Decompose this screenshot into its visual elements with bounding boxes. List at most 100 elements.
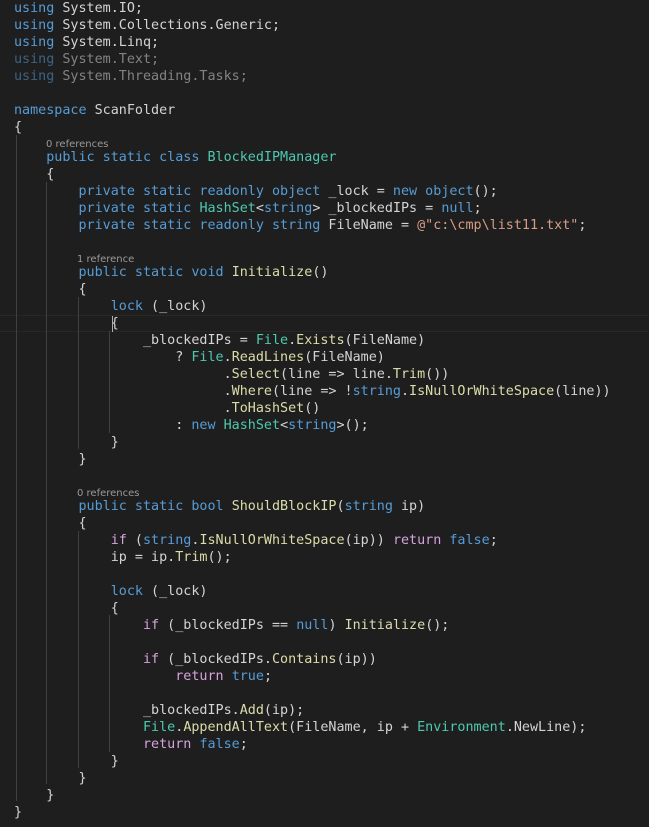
code-line[interactable]: if (_blockedIPs == null) Initialize(); <box>14 617 449 634</box>
code-token: { <box>14 282 87 297</box>
code-line[interactable]: } <box>14 753 119 770</box>
code-line[interactable]: if (_blockedIPs.Contains(ip)) <box>14 651 377 668</box>
code-token: _lock = <box>320 184 393 199</box>
code-token: System.Threading.Tasks; <box>54 69 248 84</box>
code-line[interactable]: } <box>14 787 54 804</box>
code-line[interactable]: if (string.IsNullOrWhiteSpace(ip)) retur… <box>14 532 498 549</box>
code-line[interactable]: { <box>14 600 119 617</box>
code-line[interactable]: using System.Threading.Tasks; <box>14 68 248 85</box>
code-line[interactable]: return true; <box>14 668 272 685</box>
code-line[interactable]: using System.Collections.Generic; <box>14 17 280 34</box>
code-line[interactable]: .Where(line => !string.IsNullOrWhiteSpac… <box>14 383 611 400</box>
code-token: } <box>14 788 55 803</box>
codelens-references[interactable]: 0 references <box>77 487 140 500</box>
code-token: Initialize <box>344 618 426 633</box>
code-line[interactable]: lock (_lock) <box>14 583 208 600</box>
code-token: (line)) <box>554 384 611 399</box>
code-line[interactable]: private static readonly object _lock = n… <box>14 183 498 200</box>
code-line[interactable]: private static HashSet<string> _blockedI… <box>14 200 482 217</box>
code-token: < <box>255 201 264 216</box>
code-token: using <box>14 1 55 16</box>
code-token: string <box>344 499 393 514</box>
code-token: . <box>400 384 410 399</box>
code-line[interactable]: public static class BlockedIPManager <box>14 149 336 166</box>
code-line[interactable]: lock (_lock) <box>14 298 208 315</box>
code-token: System.Collections.Generic; <box>54 18 281 33</box>
code-line[interactable]: private static readonly string FileName … <box>14 217 587 234</box>
code-token: System.Linq; <box>54 35 160 50</box>
code-token: string <box>143 533 192 548</box>
code-token: } <box>14 452 87 467</box>
code-token: ; <box>578 218 587 233</box>
code-token: < <box>280 418 289 433</box>
code-token: } <box>14 805 23 820</box>
code-line[interactable]: using System.IO; <box>14 0 143 17</box>
code-token: (); <box>207 550 232 565</box>
code-line[interactable]: } <box>14 451 87 468</box>
code-token: . <box>14 401 232 416</box>
code-token: return <box>143 737 192 752</box>
code-token: (ip); <box>263 703 305 718</box>
code-line[interactable]: } <box>14 804 22 821</box>
code-line[interactable]: public static void Initialize() <box>14 264 329 281</box>
code-line[interactable]: _blockedIPs = File.Exists(FileName) <box>14 332 425 349</box>
code-token: private static <box>78 201 192 216</box>
code-token: Exists <box>296 333 345 348</box>
code-token: System.Text; <box>54 52 160 67</box>
code-line[interactable]: } <box>14 770 87 787</box>
code-token: HashSet <box>223 418 281 433</box>
code-token: (_blockedIPs. <box>159 652 272 667</box>
code-token: string <box>263 201 313 216</box>
code-token: () <box>312 265 329 280</box>
code-token: : <box>14 418 192 433</box>
code-line[interactable]: : new HashSet<string>(); <box>14 417 369 434</box>
code-line[interactable]: { <box>14 281 87 298</box>
code-token: ? <box>14 350 192 365</box>
code-line[interactable]: { <box>14 166 54 183</box>
code-token: IsNullOrWhiteSpace <box>409 384 555 399</box>
code-line[interactable]: File.AppendAllText(FileName, ip + Enviro… <box>14 719 586 736</box>
codelens-references[interactable]: 0 references <box>46 138 109 151</box>
code-line[interactable]: .Select(line => line.Trim()) <box>14 366 450 383</box>
code-line[interactable]: return false; <box>14 736 248 753</box>
codelens-references[interactable]: 1 reference <box>77 253 134 266</box>
code-token: > _blockedIPs = <box>312 201 442 216</box>
code-editor[interactable]: using System.IO; using System.Collections… <box>0 0 649 827</box>
code-token: (FileName, ip + <box>288 720 418 735</box>
code-token: File <box>255 333 289 348</box>
code-line[interactable]: .ToHashSet() <box>14 400 321 417</box>
code-token: Trim <box>175 550 208 565</box>
code-token: } <box>14 771 87 786</box>
code-token: new object <box>392 184 474 199</box>
code-token: return <box>175 669 224 684</box>
code-line[interactable]: { <box>14 119 22 136</box>
code-token: (); <box>425 618 450 633</box>
code-line[interactable]: using System.Linq; <box>14 34 159 51</box>
code-line[interactable]: } <box>14 434 119 451</box>
code-line[interactable]: using System.Text; <box>14 51 159 68</box>
code-token: (line => line. <box>280 367 393 382</box>
code-token: System.IO; <box>54 1 143 16</box>
code-token: _blockedIPs = <box>14 333 256 348</box>
code-token: namespace <box>14 103 87 118</box>
code-line[interactable]: namespace ScanFolder <box>14 102 175 119</box>
code-line[interactable]: { <box>14 515 86 532</box>
code-line[interactable]: _blockedIPs.Add(ip); <box>14 702 304 719</box>
code-line[interactable]: public static bool ShouldBlockIP(string … <box>14 498 426 515</box>
code-token: Add <box>239 703 264 718</box>
code-token: lock <box>110 584 143 599</box>
code-token: if <box>143 618 160 633</box>
code-line[interactable]: { <box>14 315 119 332</box>
code-token: Select <box>231 367 281 382</box>
code-line[interactable]: ip = ip.Trim(); <box>14 549 232 566</box>
code-token: ()) <box>425 367 450 382</box>
code-line[interactable]: ? File.ReadLines(FileName) <box>14 349 385 366</box>
code-token: using <box>14 18 55 33</box>
